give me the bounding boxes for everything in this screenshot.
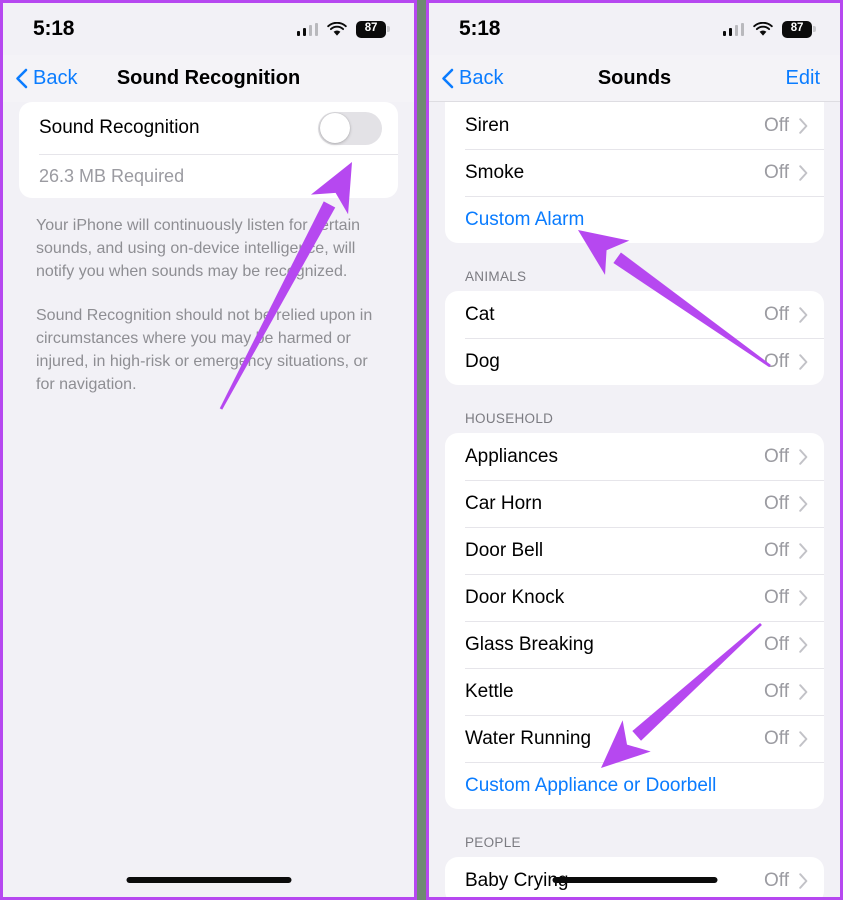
list-item[interactable]: Glass Breaking Off [445,621,824,668]
footnote-paragraph-2: Sound Recognition should not be relied u… [36,307,373,393]
back-label: Back [33,67,78,89]
list-item-label: Smoke [465,161,525,183]
list-item-value: Off [764,303,789,325]
chevron-right-icon [799,683,808,700]
battery-icon: 87 [356,20,390,38]
chevron-right-icon [799,636,808,653]
sounds-card-2: Appliances Off Car Horn Off Door Bell Off Door… [445,433,824,809]
storage-required-row: 26.3 MB Required [19,154,398,198]
section-header-animals: ANIMALS [465,269,527,284]
list-item[interactable]: Water Running Off [445,715,824,762]
edit-button[interactable]: Edit [786,67,820,90]
chevron-right-icon [799,117,808,134]
chevron-right-icon [799,495,808,512]
list-item-value: Off [764,161,789,183]
list-item-label: Siren [465,114,510,136]
list-item[interactable]: Door Bell Off [445,527,824,574]
list-item-label: Dog [465,350,500,372]
back-label: Back [459,66,504,89]
list-item[interactable]: Door Knock Off [445,574,824,621]
storage-required-label: 26.3 MB Required [39,165,185,186]
chevron-right-icon [799,353,808,370]
cellular-bars-icon [296,22,318,36]
list-item-value: Off [764,114,789,136]
sound-recognition-card: Sound Recognition 26.3 MB Required [19,102,398,198]
list-item-link[interactable]: Custom Appliance or Doorbell [445,762,824,809]
wifi-icon [327,21,347,36]
list-item[interactable]: Appliances Off [445,433,824,480]
chevron-right-icon [799,448,808,465]
battery-percent: 87 [364,22,378,35]
sound-recognition-label: Sound Recognition [39,117,200,138]
battery-percent: 87 [790,22,804,35]
right-status-bar: 5:18 87 [429,3,840,55]
list-item-value: Off [764,492,789,514]
screenshot-canvas: 5:18 87 Back Sound Recognition Sound Rec… [0,0,843,900]
list-item-link[interactable]: Custom Alarm [445,196,824,243]
list-item-label: Car Horn [465,492,543,514]
right-nav-bar: Back Sounds Edit [429,55,840,102]
list-item-label: Door Bell [465,539,544,561]
status-icons: 87 [296,20,390,38]
sound-recognition-toggle[interactable] [318,111,382,145]
sound-recognition-footnote: Your iPhone will continuously listen for… [3,198,414,396]
list-item-value: Off [764,869,789,891]
list-item-value: Off [764,633,789,655]
list-item[interactable]: Car Horn Off [445,480,824,527]
list-item-value: Off [764,539,789,561]
chevron-right-icon [799,542,808,559]
back-button[interactable]: Back [15,67,77,90]
right-phone-panel: 5:18 87 Back Sounds Edit Siren Off Smoke… [426,0,843,900]
chevron-left-icon [16,68,28,89]
sounds-card-0: Siren Off Smoke Off Custom Alarm [445,102,824,243]
list-item[interactable]: Smoke Off [445,149,824,196]
chevron-right-icon [799,306,808,323]
left-content: Sound Recognition 26.3 MB Required Your … [3,102,414,396]
list-item[interactable]: Siren Off [445,102,824,149]
list-item-label: Kettle [465,680,514,702]
list-item-label: Glass Breaking [465,633,594,655]
list-item-label: Custom Appliance or Doorbell [465,774,717,796]
list-item-value: Off [764,727,789,749]
back-button[interactable]: Back [441,67,503,90]
panel-divider [417,0,426,900]
list-item-label: Custom Alarm [465,208,585,230]
section-header-household: HOUSEHOLD [465,411,554,426]
status-time: 5:18 [33,17,75,40]
status-icons: 87 [722,20,816,38]
list-item-label: Appliances [465,445,558,467]
list-item-value: Off [764,586,789,608]
sound-recognition-toggle-row[interactable]: Sound Recognition [19,102,398,154]
cellular-bars-icon [722,22,744,36]
list-item-value: Off [764,445,789,467]
left-nav-bar: Back Sound Recognition [3,55,414,102]
chevron-right-icon [799,589,808,606]
left-status-bar: 5:18 87 [3,3,414,55]
list-item-label: Cat [465,303,495,325]
list-item-value: Off [764,350,789,372]
left-phone-panel: 5:18 87 Back Sound Recognition Sound Rec… [0,0,417,900]
toggle-knob [319,113,350,143]
list-item[interactable]: Dog Off [445,338,824,385]
section-header-people: PEOPLE [465,835,521,850]
list-item[interactable]: Cat Off [445,291,824,338]
list-item-value: Off [764,680,789,702]
list-item[interactable]: Kettle Off [445,668,824,715]
chevron-right-icon [799,872,808,889]
list-item-label: Door Knock [465,586,565,608]
sounds-list: Siren Off Smoke Off Custom Alarm ANIMALS Cat Of… [429,102,840,897]
home-indicator [126,877,291,883]
battery-icon: 87 [782,20,816,38]
footnote-paragraph-1: Your iPhone will continuously listen for… [36,217,361,280]
home-indicator [552,877,717,883]
chevron-right-icon [799,164,808,181]
chevron-right-icon [799,730,808,747]
chevron-left-icon [442,68,454,88]
list-item-label: Water Running [465,727,592,749]
status-time: 5:18 [459,17,501,40]
wifi-icon [753,21,773,36]
sounds-card-1: Cat Off Dog Off [445,291,824,385]
